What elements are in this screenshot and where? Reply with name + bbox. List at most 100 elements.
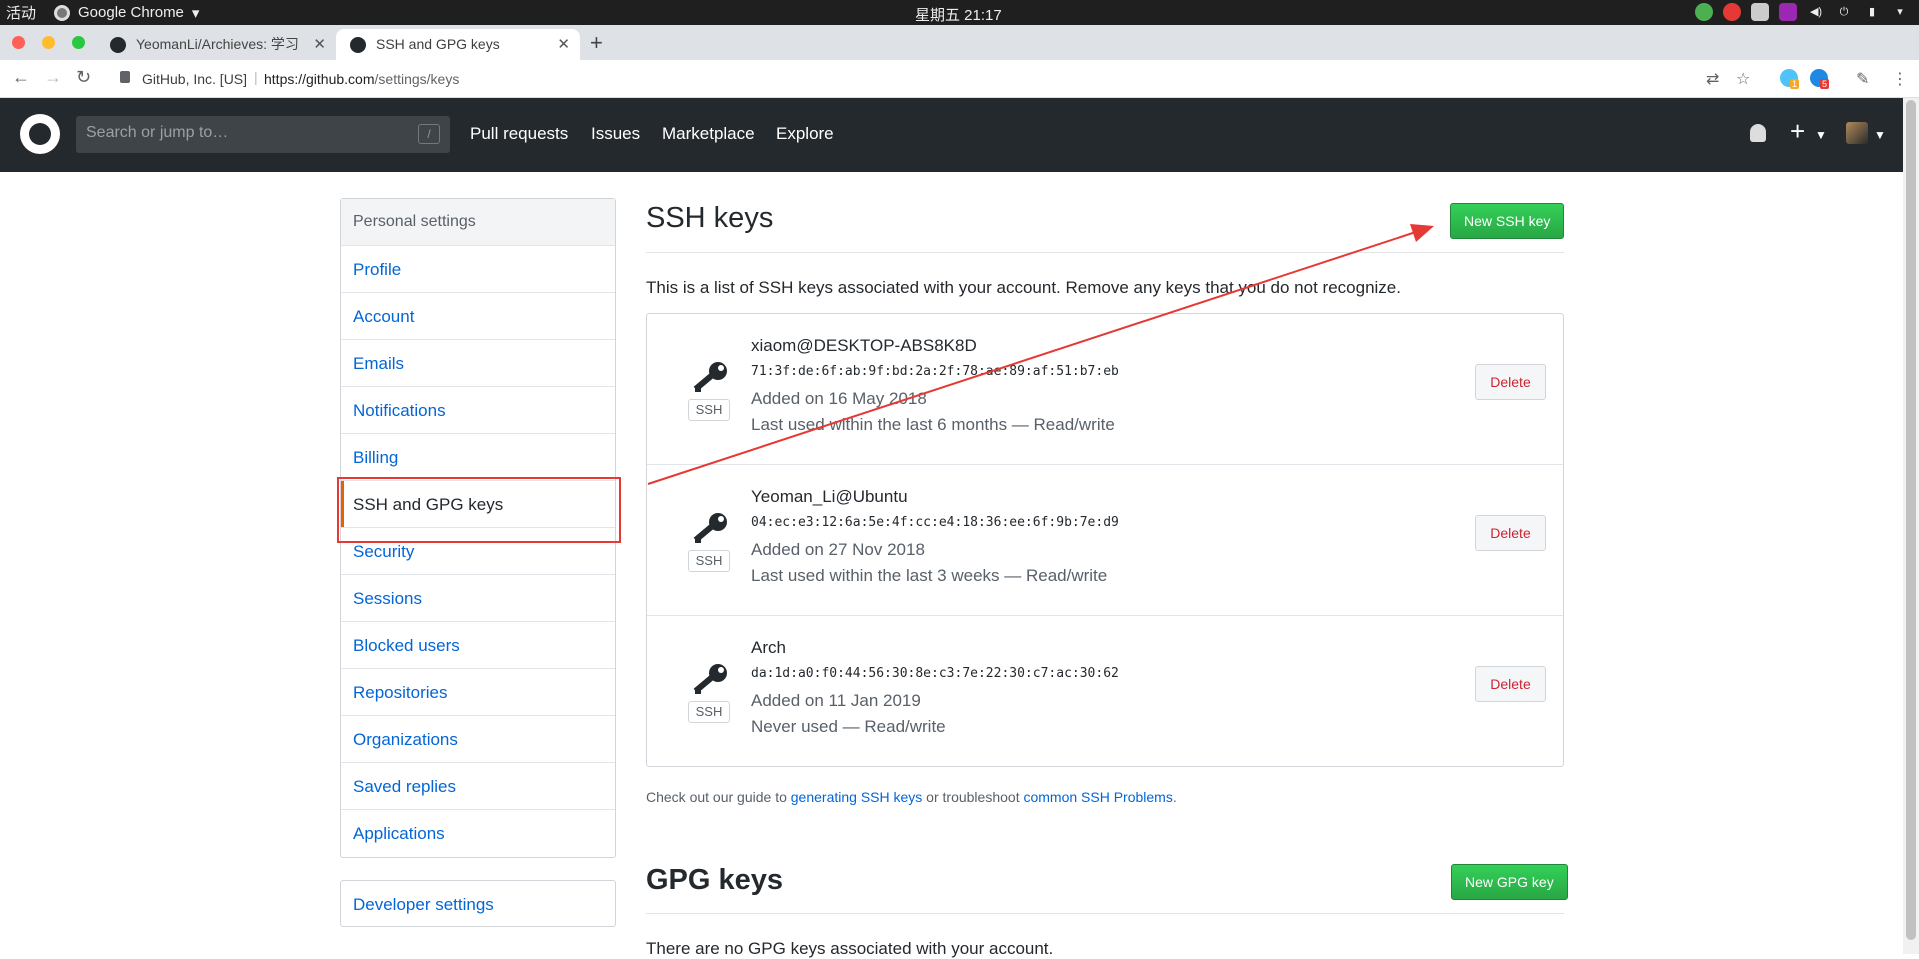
reload-icon[interactable]: ↻ <box>76 67 91 88</box>
key-fingerprint: 71:3f:de:6f:ab:9f:bd:2a:2f:78:ae:89:af:5… <box>751 364 1119 379</box>
translate-icon[interactable]: ⇄ <box>1706 69 1719 89</box>
sidebar-item-billing[interactable]: Billing <box>341 434 615 481</box>
github-header: Search or jump to… / Pull requests Issue… <box>0 98 1903 172</box>
back-icon[interactable]: ← <box>12 67 30 88</box>
ssh-key-row: SSH xiaom@DESKTOP-ABS8K8D 71:3f:de:6f:ab… <box>647 314 1563 465</box>
ssh-guide-text: Check out our guide to generating SSH ke… <box>646 789 1177 805</box>
github-logo-icon[interactable] <box>20 114 60 154</box>
sidebar-heading: Personal settings <box>341 199 615 246</box>
search-input[interactable]: Search or jump to… / <box>76 116 450 153</box>
annotation-highlight-box <box>337 477 621 543</box>
new-ssh-key-button[interactable]: New SSH key <box>1450 203 1565 239</box>
sidebar-item-notifications[interactable]: Notifications <box>341 387 615 434</box>
create-new-plus-icon[interactable]: + <box>1790 116 1805 147</box>
guide-prefix: Check out our guide to <box>646 789 791 805</box>
search-shortcut-hint: / <box>418 124 440 144</box>
close-icon[interactable]: ✕ <box>313 29 326 60</box>
delete-key-button[interactable]: Delete <box>1475 364 1546 400</box>
gpg-description: There are no GPG keys associated with yo… <box>646 939 1054 958</box>
key-added-date: Added on 11 Jan 2019 <box>751 691 921 710</box>
extension-icon[interactable]: 1 <box>1780 69 1800 89</box>
site-identity[interactable]: GitHub, Inc. [US] <box>142 71 247 87</box>
browser-toolbar: ← → ↻ GitHub, Inc. [US] | https://github… <box>0 60 1919 98</box>
nav-pull-requests[interactable]: Pull requests <box>470 124 568 144</box>
clock[interactable]: 星期五 21:17 <box>915 4 1002 25</box>
sidebar-item-repositories[interactable]: Repositories <box>341 669 615 716</box>
gpg-keys-title: GPG keys <box>646 864 784 896</box>
app-name: Google Chrome <box>78 4 184 21</box>
sidebar-item-developer-settings[interactable]: Developer settings <box>340 880 616 927</box>
forward-icon[interactable]: → <box>44 67 62 88</box>
sidebar-item-emails[interactable]: Emails <box>341 340 615 387</box>
ssh-key-row: SSH Arch da:1d:a0:f0:44:56:30:8e:c3:7e:2… <box>647 616 1563 767</box>
tab-archieves[interactable]: YeomanLi/Archieves: 学习 ✕ <box>96 29 336 60</box>
page-scrollbar[interactable] <box>1903 98 1919 954</box>
telegram-icon[interactable] <box>1695 3 1713 21</box>
scrollbar-thumb[interactable] <box>1906 100 1916 940</box>
nav-explore[interactable]: Explore <box>776 124 834 144</box>
new-gpg-key-button[interactable]: New GPG key <box>1451 864 1568 900</box>
ssh-description: This is a list of SSH keys associated wi… <box>646 278 1401 297</box>
tray-window-icon[interactable] <box>1751 3 1769 21</box>
volume-icon[interactable]: ◀) <box>1807 3 1825 21</box>
delete-key-button[interactable]: Delete <box>1475 666 1546 702</box>
close-window-button[interactable] <box>12 36 25 49</box>
sidebar-item-profile[interactable]: Profile <box>341 246 615 293</box>
github-favicon-icon <box>350 37 366 53</box>
ssh-badge: SSH <box>688 399 730 421</box>
battery-icon[interactable]: ▮ <box>1863 3 1881 21</box>
lock-icon[interactable] <box>120 71 130 83</box>
sidebar-item-blocked-users[interactable]: Blocked users <box>341 622 615 669</box>
key-icon <box>693 362 727 392</box>
delete-key-button[interactable]: Delete <box>1475 515 1546 551</box>
tab-strip: YeomanLi/Archieves: 学习 ✕ SSH and GPG key… <box>0 25 1919 60</box>
key-last-used: Never used — Read/write <box>751 717 946 736</box>
key-title: Arch <box>751 638 786 657</box>
key-last-used: Last used within the last 3 weeks — Read… <box>751 566 1108 585</box>
extension-puzzle-icon[interactable]: ✎ <box>1856 69 1869 89</box>
chevron-down-icon[interactable]: ▼ <box>1815 128 1827 142</box>
maximize-window-button[interactable] <box>72 36 85 49</box>
activities-button[interactable]: 活动 <box>6 2 36 23</box>
tray-app-icon[interactable] <box>1779 3 1797 21</box>
extension-icon[interactable]: 5 <box>1810 69 1830 89</box>
menu-kebab-icon[interactable]: ⋮ <box>1892 69 1908 89</box>
notifications-bell-icon[interactable] <box>1750 124 1766 142</box>
new-tab-button[interactable]: + <box>590 30 603 56</box>
url-path: /settings/keys <box>374 71 460 87</box>
chevron-down-icon: ▾ <box>191 4 200 22</box>
minimize-window-button[interactable] <box>42 36 55 49</box>
tab-ssh-gpg-keys[interactable]: SSH and GPG keys ✕ <box>336 29 580 60</box>
nav-marketplace[interactable]: Marketplace <box>662 124 755 144</box>
tab-title: YeomanLi/Archieves: 学习 <box>136 36 299 52</box>
key-last-used: Last used within the last 6 months — Rea… <box>751 415 1115 434</box>
key-fingerprint: 04:ec:e3:12:6a:5e:4f:cc:e4:18:36:ee:6f:9… <box>751 515 1119 530</box>
sidebar-item-organizations[interactable]: Organizations <box>341 716 615 763</box>
tab-title: SSH and GPG keys <box>376 36 500 52</box>
github-favicon-icon <box>110 37 126 53</box>
power-icon[interactable]: ⏻ <box>1835 3 1853 21</box>
divider <box>646 252 1564 253</box>
extension-badge: 1 <box>1790 79 1800 89</box>
ssh-badge: SSH <box>688 701 730 723</box>
ssh-key-list: SSH xiaom@DESKTOP-ABS8K8D 71:3f:de:6f:ab… <box>646 313 1564 767</box>
avatar[interactable] <box>1846 122 1868 144</box>
app-menu[interactable]: Google Chrome ▾ <box>54 4 199 22</box>
address-bar[interactable]: https://github.com/settings/keys <box>264 71 459 87</box>
chevron-down-icon[interactable]: ▼ <box>1874 128 1886 142</box>
common-ssh-problems-link[interactable]: common SSH Problems <box>1023 789 1172 805</box>
close-icon[interactable]: ✕ <box>557 29 570 60</box>
sidebar-item-applications[interactable]: Applications <box>341 810 615 857</box>
url-host: https://github.com <box>264 71 375 87</box>
generating-ssh-keys-link[interactable]: generating SSH keys <box>791 789 923 805</box>
sidebar-item-sessions[interactable]: Sessions <box>341 575 615 622</box>
key-title: xiaom@DESKTOP-ABS8K8D <box>751 336 977 355</box>
sidebar-item-saved-replies[interactable]: Saved replies <box>341 763 615 810</box>
bookmark-star-icon[interactable]: ☆ <box>1736 69 1750 89</box>
divider <box>646 913 1564 914</box>
weibo-icon[interactable] <box>1723 3 1741 21</box>
system-menu-chevron-icon[interactable]: ▾ <box>1891 3 1909 21</box>
nav-issues[interactable]: Issues <box>591 124 640 144</box>
extension-badge: 5 <box>1820 79 1830 89</box>
sidebar-item-account[interactable]: Account <box>341 293 615 340</box>
